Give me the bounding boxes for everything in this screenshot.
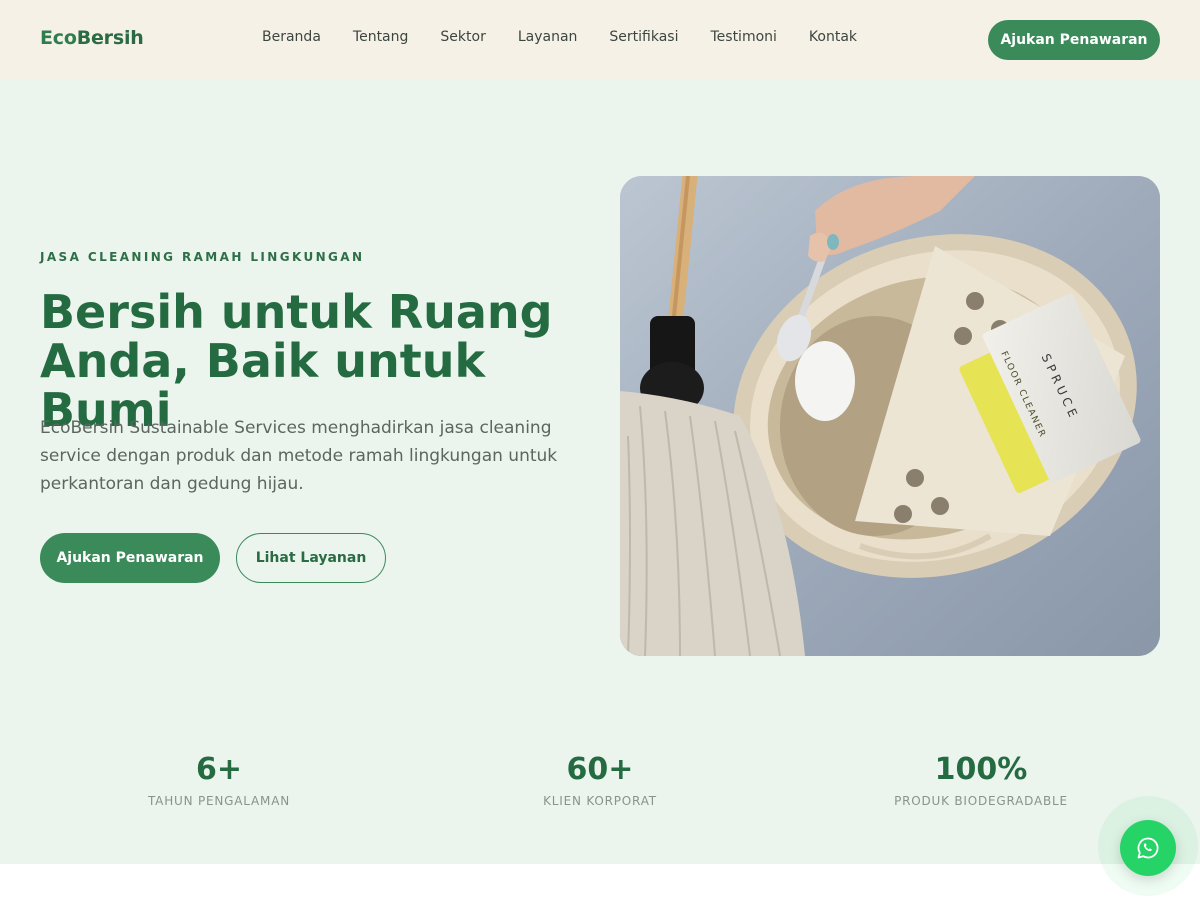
view-services-button[interactable]: Lihat Layanan bbox=[236, 533, 386, 583]
whatsapp-icon bbox=[1137, 837, 1159, 859]
logo-bersih: Bersih bbox=[76, 27, 144, 49]
nav-tentang[interactable]: Tentang bbox=[353, 29, 409, 45]
hero-quote-button[interactable]: Ajukan Penawaran bbox=[40, 533, 220, 583]
nav-layanan[interactable]: Layanan bbox=[518, 29, 578, 45]
hero-photo: SPRUCE FLOOR CLEANER bbox=[620, 176, 1160, 656]
stat-label: PRODUK BIODEGRADABLE bbox=[894, 794, 1068, 808]
stat-label: TAHUN PENGALAMAN bbox=[147, 794, 291, 808]
stat-biodegradable: 100% PRODUK BIODEGRADABLE bbox=[801, 752, 1161, 808]
site-header: EcoBersih Beranda Tentang Sektor Layanan… bbox=[0, 0, 1200, 80]
hero-eyebrow: JASA CLEANING RAMAH LINGKUNGAN bbox=[40, 250, 365, 264]
stat-value: 60+ bbox=[566, 752, 634, 787]
logo-eco: Eco bbox=[40, 27, 77, 49]
stat-experience: 6+ TAHUN PENGALAMAN bbox=[39, 752, 399, 808]
stat-value: 6+ bbox=[195, 752, 242, 787]
stat-value: 100% bbox=[934, 752, 1028, 787]
header-quote-button[interactable]: Ajukan Penawaran bbox=[988, 20, 1160, 60]
hero-section: JASA CLEANING RAMAH LINGKUNGAN Bersih un… bbox=[0, 80, 1200, 864]
nav-testimoni[interactable]: Testimoni bbox=[710, 29, 776, 45]
stat-label: KLIEN KORPORAT bbox=[543, 794, 657, 808]
main-nav: Beranda Tentang Sektor Layanan Sertifika… bbox=[262, 29, 857, 45]
nav-kontak[interactable]: Kontak bbox=[809, 29, 857, 45]
hero-title: Bersih untuk Ruang Anda, Baik untuk Bumi bbox=[40, 285, 553, 437]
stat-clients: 60+ KLIEN KORPORAT bbox=[420, 752, 780, 808]
logo[interactable]: EcoBersih bbox=[40, 27, 144, 49]
whatsapp-button[interactable] bbox=[1120, 820, 1176, 876]
nav-sektor[interactable]: Sektor bbox=[440, 29, 485, 45]
hero-description: EcoBersih Sustainable Services menghadir… bbox=[40, 418, 558, 494]
nav-sertifikasi[interactable]: Sertifikasi bbox=[609, 29, 678, 45]
nav-beranda[interactable]: Beranda bbox=[262, 29, 321, 45]
